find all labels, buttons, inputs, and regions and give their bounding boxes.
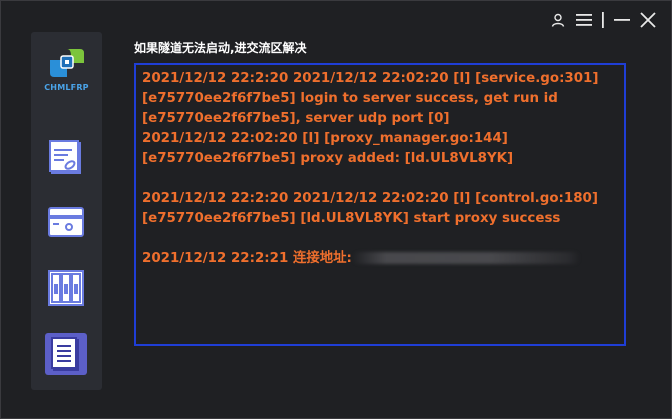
close-icon[interactable]: [639, 11, 657, 29]
app-window: CHMLFRP 如果隧道无法启动,进交流区解决 2021/12/12 22:2:…: [0, 0, 672, 419]
logo-text: CHMLFRP: [44, 83, 89, 92]
sidebar: CHMLFRP: [31, 32, 102, 390]
sidebar-item-servers[interactable]: [46, 268, 86, 308]
log-line: 2021/12/12 22:2:20 2021/12/12 22:02:20 […: [142, 71, 599, 86]
redacted-address: [351, 252, 580, 264]
window-controls: [549, 11, 657, 29]
log-blank-line: [142, 169, 618, 189]
log-document-icon: [51, 337, 79, 371]
log-line: [e75770ee2f6f7be5] login to server succe…: [142, 91, 558, 106]
user-icon[interactable]: [549, 11, 567, 29]
log-line: [e75770ee2f6f7be5] [ld.UL8VL8YK] start p…: [142, 211, 561, 226]
log-line: 2021/12/12 22:2:20 2021/12/12 22:02:20 […: [142, 191, 598, 206]
minimize-icon[interactable]: [613, 11, 631, 29]
card-icon: [48, 207, 84, 237]
sidebar-item-tunnel-list[interactable]: [46, 138, 86, 178]
log-output[interactable]: 2021/12/12 22:2:20 2021/12/12 22:02:20 […: [134, 63, 626, 346]
log-line: [e75770ee2f6f7be5] proxy added: [ld.UL8V…: [142, 151, 514, 166]
divider-bar: [601, 11, 605, 29]
menu-icon[interactable]: [575, 11, 593, 29]
document-clip-icon: [49, 140, 81, 174]
log-line-address: 2021/12/12 22:2:21 连接地址:: [142, 249, 618, 269]
server-racks-icon: [48, 270, 84, 306]
sidebar-item-logs[interactable]: [45, 333, 87, 375]
page-title: 如果隧道无法启动,进交流区解决: [134, 41, 307, 55]
sidebar-item-add-tunnel[interactable]: [46, 202, 86, 242]
log-line: [e75770ee2f6f7be5], server udp port [0]: [142, 111, 450, 126]
address-label: 2021/12/12 22:2:21 连接地址:: [142, 251, 352, 266]
app-logo: CHMLFRP: [31, 46, 102, 92]
log-blank-line: [142, 229, 618, 249]
log-line: 2021/12/12 22:02:20 [I] [proxy_manager.g…: [142, 131, 508, 146]
chmlfrp-logo-icon: [49, 49, 84, 77]
